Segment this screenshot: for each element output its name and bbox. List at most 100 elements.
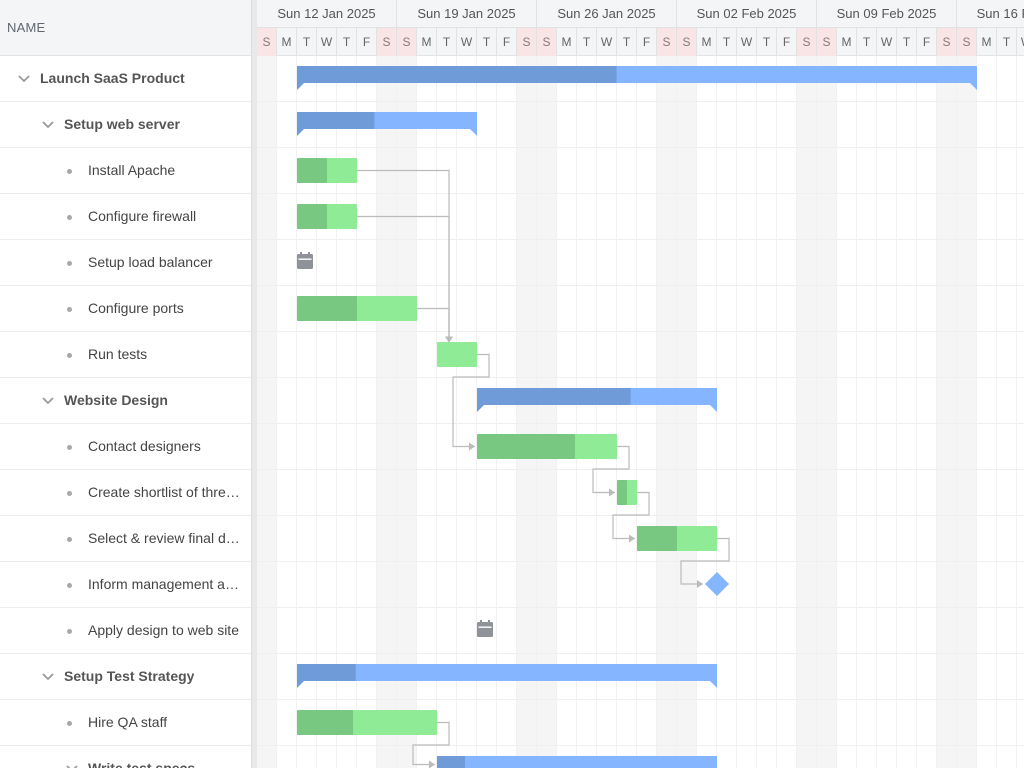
task-name: Launch SaaS Product [40,70,185,86]
task-row-parent[interactable]: Website Design [0,378,251,424]
task-row[interactable]: Hire QA staff [0,700,251,746]
day-header: T [757,28,777,56]
calendar-icon[interactable] [297,252,313,269]
day-header: T [897,28,917,56]
task-bar[interactable] [297,296,417,321]
task-row[interactable]: Create shortlist of three designers [0,470,251,516]
calendar-icon-ring [300,252,302,256]
task-bar[interactable] [477,434,617,459]
day-header: T [437,28,457,56]
day-header: F [497,28,517,56]
summary-bar-progress [297,66,617,83]
task-bar[interactable] [297,204,357,229]
calendar-icon-body [477,622,493,637]
summary-bar[interactable] [297,664,717,688]
week-header: Sun 19 Jan 2025 [397,0,537,28]
summary-bar[interactable] [297,112,477,136]
task-bar-remaining [437,342,477,367]
bullet-icon [67,629,72,634]
calendar-icon-ring [488,620,490,624]
bullet-icon [67,169,72,174]
day-header: M [977,28,997,56]
bullet-icon [67,537,72,542]
task-bar[interactable] [617,480,637,505]
task-row[interactable]: Configure ports [0,286,251,332]
day-header: T [337,28,357,56]
summary-bar-right-tip [970,83,977,90]
timeline-header: Sun 12 Jan 2025 Sun 19 Jan 2025 Sun 26 Jan… [257,0,1024,56]
milestone-marker[interactable] [705,572,729,596]
task-name: Install Apache [88,162,176,178]
summary-bar[interactable] [477,388,717,412]
day-header: M [837,28,857,56]
chevron-down-icon[interactable] [41,394,55,408]
task-row[interactable]: Apply design to web site [0,608,251,654]
task-row[interactable]: Install Apache [0,148,251,194]
day-header: W [457,28,477,56]
bullet-icon [67,583,72,588]
task-bar[interactable] [297,158,357,183]
task-name: Configure ports [88,300,184,316]
task-name: Select & review final design [88,530,244,546]
task-row-parent[interactable]: Write test specs [0,746,251,768]
task-name: Website Design [64,392,168,408]
day-header: S [677,28,697,56]
task-bar[interactable] [437,342,477,367]
dependency-line[interactable] [357,215,450,343]
task-row[interactable]: Inform management about decision [0,562,251,608]
chevron-down-icon[interactable] [17,72,31,86]
task-row[interactable]: Select & review final design [0,516,251,562]
chevron-down-icon[interactable] [41,670,55,684]
week-header: Sun 02 Feb 2025 [677,0,817,28]
task-row[interactable]: Setup load balancer [0,240,251,286]
summary-bar[interactable] [437,756,717,768]
task-bar[interactable] [297,710,437,735]
day-header: T [577,28,597,56]
week-header: Sun 12 Jan 2025 [257,0,397,28]
dependency-arrowhead [469,442,475,451]
dependency-arrowhead [445,336,453,343]
task-bar-progress [297,158,327,183]
task-bar-progress [637,526,677,551]
bullet-icon [67,215,72,220]
summary-bar-left-tip [477,405,484,412]
task-row[interactable]: Contact designers [0,424,251,470]
task-grid-rows: Launch SaaS Product Setup web server Insta… [0,56,251,768]
summary-bar-left-tip [297,83,304,90]
name-column-header[interactable]: NAME [0,0,251,56]
task-row[interactable]: Run tests [0,332,251,378]
task-name: Inform management about decision [88,576,244,592]
summary-bar[interactable] [297,66,977,90]
calendar-icon-line [298,258,312,260]
task-bar[interactable] [637,526,717,551]
day-header: S [817,28,837,56]
day-header: F [917,28,937,56]
task-bar-progress [617,480,627,505]
day-header: T [857,28,877,56]
day-header: S [537,28,557,56]
task-row[interactable]: Configure firewall [0,194,251,240]
day-header: S [257,28,277,56]
summary-bar-progress [477,388,631,405]
summary-bar-remaining [297,664,717,681]
dependency-arrowhead [429,760,435,768]
chevron-down-icon[interactable] [65,762,79,768]
calendar-icon-ring [308,252,310,256]
task-bar-progress [477,434,575,459]
task-bar-progress [297,204,327,229]
day-header: S [937,28,957,56]
task-name: Configure firewall [88,208,197,224]
calendar-icon[interactable] [477,620,493,637]
task-name: Contact designers [88,438,201,454]
chevron-down-icon[interactable] [41,118,55,132]
task-row-parent[interactable]: Launch SaaS Product [0,56,251,102]
task-bar-progress [297,710,353,735]
day-header: M [417,28,437,56]
week-header: Sun 26 Jan 2025 [537,0,677,28]
task-row-parent[interactable]: Setup Test Strategy [0,654,251,700]
dependency-line[interactable] [417,307,450,343]
task-name: Setup web server [64,116,180,132]
dependency-arrowhead [697,580,703,588]
day-header: S [657,28,677,56]
task-row-parent[interactable]: Setup web server [0,102,251,148]
